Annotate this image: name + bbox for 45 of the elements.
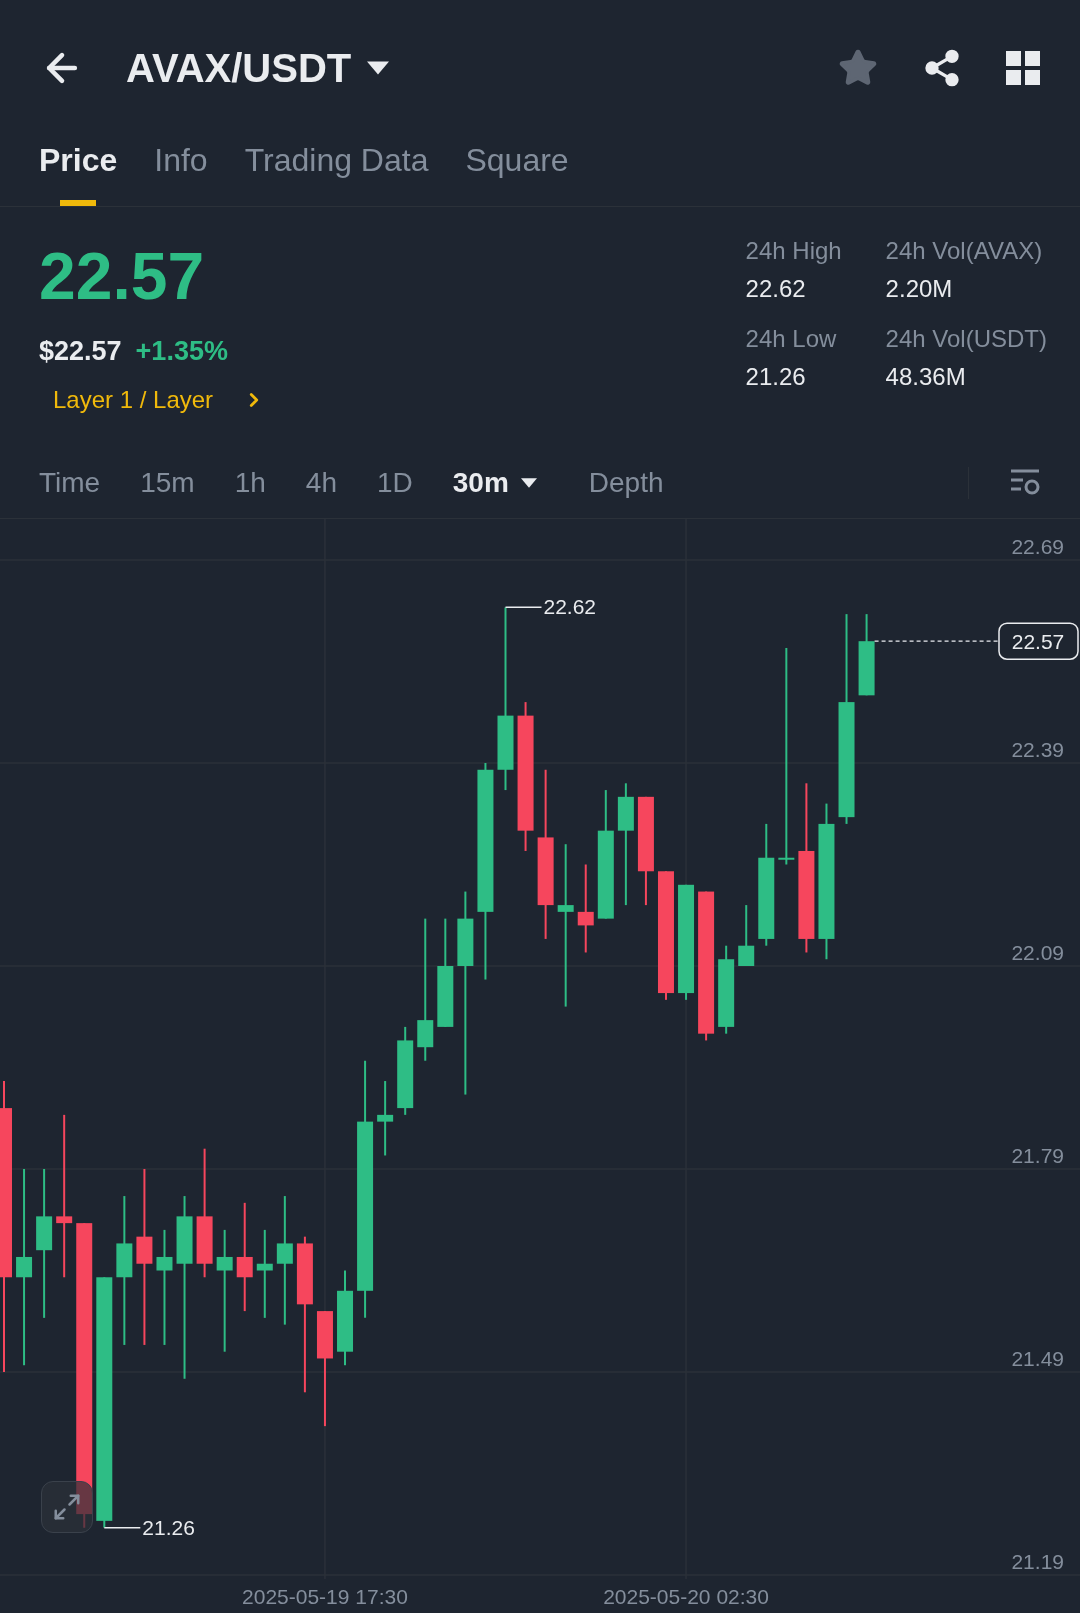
interval-tab[interactable]: 30m (452, 461, 537, 504)
price-marker: 22.62 (543, 595, 597, 619)
caret-icon (520, 477, 537, 488)
axis-label: 21.19 (1011, 1550, 1064, 1573)
interval-tab[interactable]: 1D (376, 461, 413, 504)
tab[interactable]: Info (154, 136, 208, 206)
grid-icon[interactable] (1006, 50, 1040, 85)
axis-label: 21.49 (1011, 1347, 1064, 1370)
interval-tab[interactable]: 1h (234, 461, 266, 504)
tab[interactable]: Square (465, 136, 569, 206)
axis-label: 21.79 (1011, 1144, 1064, 1167)
pair-selector[interactable]: AVAX/USDT (126, 37, 390, 98)
expand-icon (52, 1492, 82, 1522)
price-marker: 21.26 (142, 1515, 195, 1539)
stat-value: 21.26 (745, 362, 807, 392)
star-icon[interactable] (838, 47, 878, 88)
stat-label: 24h Low (745, 324, 838, 354)
share-icon[interactable] (922, 47, 962, 88)
tab[interactable]: Price (39, 136, 118, 206)
stat-value: 2.20M (885, 274, 954, 304)
leader-line (103, 1526, 142, 1529)
stat-label: 24h High (745, 236, 843, 266)
expand-button[interactable] (41, 1481, 93, 1533)
stat-label: 24h Vol(USDT) (885, 324, 1047, 354)
axis-label: 2025-05-20 02:30 (603, 1584, 769, 1610)
price-change: +1.35% (135, 335, 228, 368)
category-link[interactable]: Layer 1 / Layer (53, 381, 266, 418)
stat-value: 22.62 (745, 274, 807, 304)
interval-tab[interactable]: Depth (588, 461, 664, 504)
candle (738, 904, 755, 967)
interval-tab[interactable]: 15m (140, 461, 195, 504)
last-price: 22.57 (1011, 630, 1065, 654)
caret-icon (367, 60, 390, 75)
last-price: 22.57 (39, 243, 206, 309)
axis-label: 2025-05-19 17:30 (242, 1584, 408, 1610)
axis-label: 22.09 (1011, 941, 1064, 964)
stat-value: 48.36M (885, 362, 967, 392)
stat-label: 24h Vol(AVAX) (885, 236, 1044, 266)
fiat-price: $22.57 (39, 335, 122, 368)
axis-label: 22.69 (1011, 535, 1064, 558)
interval-tab[interactable]: Time (39, 461, 101, 504)
tab[interactable]: Trading Data (244, 136, 429, 206)
leader-line (504, 606, 543, 609)
axis-label: 22.39 (1011, 738, 1064, 761)
interval-tab[interactable]: 4h (305, 461, 337, 504)
